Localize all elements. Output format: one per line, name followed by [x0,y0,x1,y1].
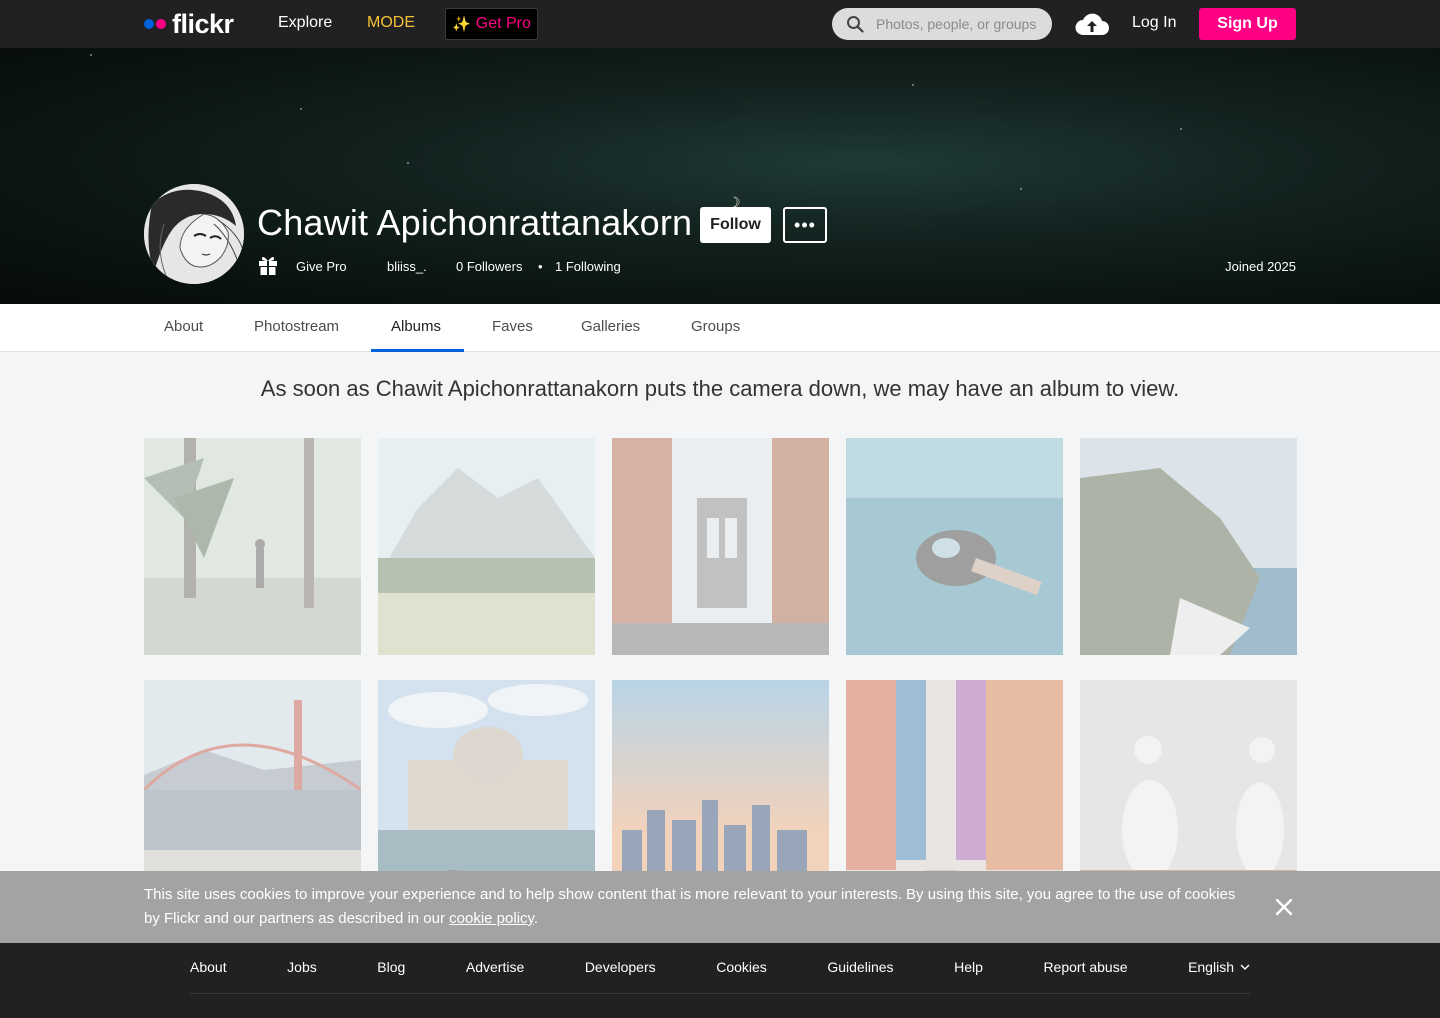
footer-link-guidelines[interactable]: Guidelines [827,959,893,975]
more-options-button[interactable]: ••• [783,207,827,243]
logo-pink-dot [156,19,166,29]
cover-star [300,108,302,110]
sparkle-icon: ✨ [452,16,471,33]
chevron-down-icon [1240,964,1250,970]
close-icon[interactable] [1274,897,1294,917]
get-pro-button[interactable]: ✨ Get Pro [445,8,538,40]
upload-cloud-icon[interactable] [1075,11,1109,37]
language-selector[interactable]: English [1188,959,1250,975]
login-link[interactable]: Log In [1132,14,1176,32]
placeholder-image-venice-gondola [378,680,595,897]
flickr-logo[interactable]: flickr [144,8,234,39]
cover-star [90,54,92,56]
search-input[interactable] [876,16,1046,32]
cookie-text: This site uses cookies to improve your e… [144,883,1254,931]
cover-star [1020,188,1022,190]
placeholder-image-city-skyline-sunset [612,680,829,897]
nav-mode-link[interactable]: MODE [367,14,415,32]
placeholder-image-city-bridge [612,438,829,655]
footer-link-advertise[interactable]: Advertise [466,959,524,975]
follow-button[interactable]: Follow [700,207,771,243]
get-pro-label: Get Pro [475,15,531,32]
tab-faves[interactable]: Faves [492,318,533,335]
albums-empty-message: As soon as Chawit Apichonrattanakorn put… [260,376,1180,401]
tab-albums[interactable]: Albums [391,318,441,335]
footer-link-help[interactable]: Help [954,959,983,975]
footer-link-jobs[interactable]: Jobs [287,959,317,975]
following-link[interactable]: 1 Following [555,259,621,274]
profile-cover: ☽ Chawit Apichonrattanakorn Follow ••• G… [0,48,1440,304]
meta-separator: • [538,259,543,274]
followers-link[interactable]: 0 Followers [456,259,522,274]
language-label: English [1188,959,1234,975]
placeholder-image-birds [1080,680,1297,897]
signup-button[interactable]: Sign Up [1199,8,1296,40]
placeholder-image-coastal-cliff [1080,438,1297,655]
footer-link-cookies[interactable]: Cookies [716,959,767,975]
footer: About Jobs Blog Advertise Developers Coo… [0,943,1440,1018]
nav-explore-link[interactable]: Explore [278,14,332,32]
cover-star [407,162,409,164]
tab-photostream[interactable]: Photostream [254,318,339,335]
footer-link-report-abuse[interactable]: Report abuse [1043,959,1127,975]
profile-handle: bliiss_. [387,259,427,274]
placeholder-image-golden-gate-bridge [144,680,361,897]
cookie-banner: This site uses cookies to improve your e… [0,871,1440,943]
footer-divider [190,993,1250,994]
tab-groups[interactable]: Groups [691,318,740,335]
cookie-policy-link[interactable]: cookie policy [449,910,534,927]
tab-galleries[interactable]: Galleries [581,318,640,335]
footer-link-developers[interactable]: Developers [585,959,656,975]
cover-star [912,84,914,86]
cookie-text-body: This site uses cookies to improve your e… [144,886,1236,927]
search-icon [847,16,864,33]
cookie-text-end: . [533,910,539,927]
profile-name: Chawit Apichonrattanakorn [257,202,693,243]
placeholder-image-forest-hiker [144,438,361,655]
logo-wordmark: flickr [172,8,234,39]
footer-links: About Jobs Blog Advertise Developers Coo… [190,959,1250,975]
avatar[interactable] [144,184,244,284]
give-pro-link[interactable]: Give Pro [296,259,347,274]
tab-about[interactable]: About [164,318,203,335]
active-tab-indicator [371,349,464,352]
joined-date: Joined 2025 [1225,259,1296,274]
placeholder-image-mountain-meadow [378,438,595,655]
avatar-image [144,184,244,284]
gift-icon[interactable] [258,254,278,276]
cover-star [1180,128,1182,130]
placeholder-image-snorkeler [846,438,1063,655]
footer-link-blog[interactable]: Blog [377,959,405,975]
search-box[interactable] [832,8,1052,40]
placeholder-image-colorful-street [846,680,1063,897]
logo-blue-dot [144,19,154,29]
footer-link-about[interactable]: About [190,959,227,975]
top-navigation: flickr Explore MODE ✨ Get Pro Log In Sig… [0,0,1440,48]
profile-tabs: About Photostream Albums Faves Galleries… [0,304,1440,352]
